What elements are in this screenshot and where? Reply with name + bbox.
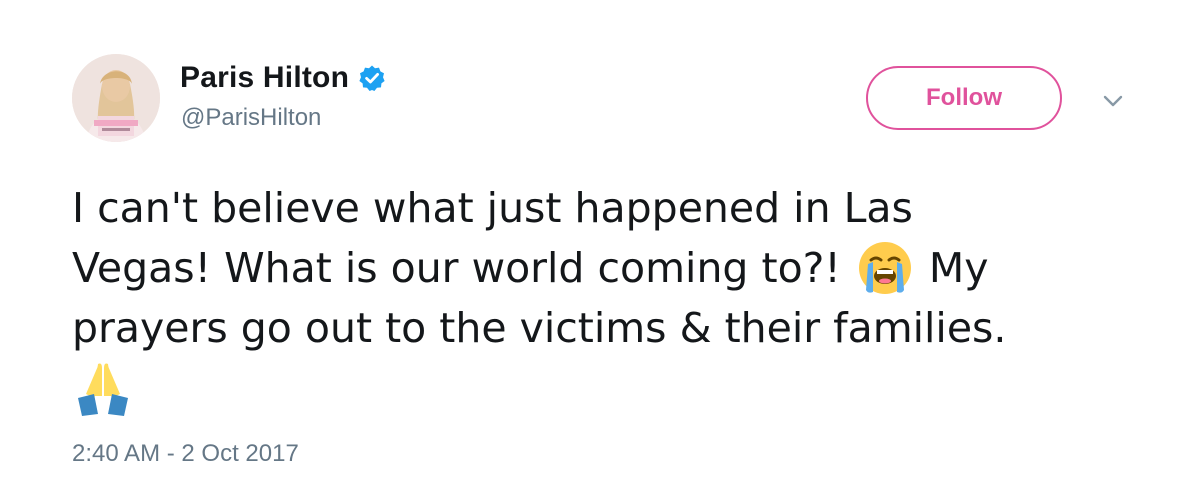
tweet-card: Paris Hilton @ParisHilton Follow I can't… bbox=[0, 0, 1200, 500]
chevron-down-icon[interactable] bbox=[1100, 92, 1126, 110]
avatar-image bbox=[72, 54, 160, 142]
folded-hands-emoji-icon bbox=[72, 358, 134, 418]
tweet-text-segment: Vegas! What is our world coming to?! bbox=[72, 244, 854, 292]
tweet-text: I can't believe what just happened in La… bbox=[72, 178, 1142, 418]
tweet-text-segment: My bbox=[915, 244, 989, 292]
tweet-timestamp[interactable]: 2:40 AM - 2 Oct 2017 bbox=[72, 440, 299, 468]
author-name-row: Paris Hilton bbox=[180, 58, 386, 98]
tweet-text-line-3: prayers go out to the victims & their fa… bbox=[72, 304, 1007, 352]
author-handle[interactable]: @ParisHilton bbox=[181, 104, 321, 132]
tweet-text-line-2: Vegas! What is our world coming to?! My bbox=[72, 238, 1142, 298]
tweet-text-line-4 bbox=[72, 358, 1142, 418]
avatar[interactable] bbox=[72, 54, 160, 142]
author-display-name[interactable]: Paris Hilton bbox=[180, 61, 349, 95]
follow-button[interactable]: Follow bbox=[866, 66, 1062, 130]
loudly-crying-face-emoji-icon bbox=[854, 238, 916, 298]
tweet-text-line-1: I can't believe what just happened in La… bbox=[72, 184, 913, 232]
verified-badge-icon bbox=[358, 64, 386, 92]
